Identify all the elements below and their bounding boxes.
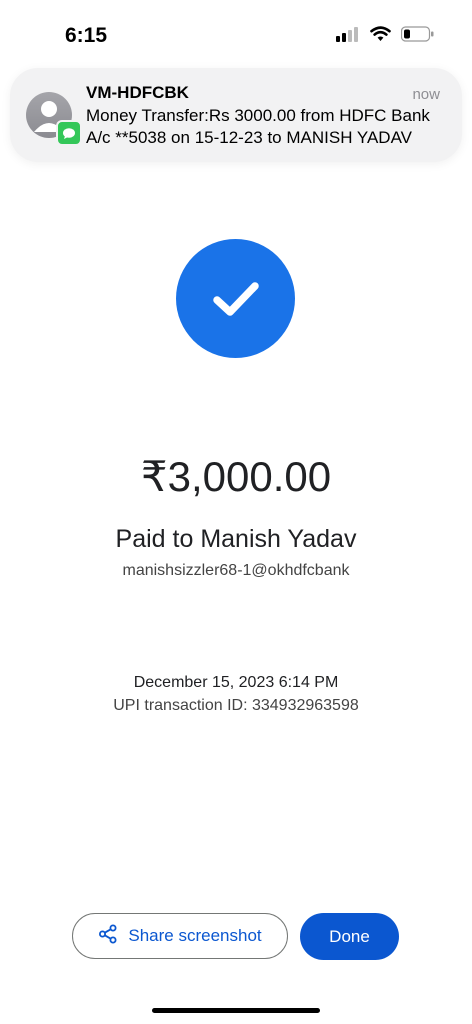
share-screenshot-button[interactable]: Share screenshot bbox=[72, 913, 288, 959]
messages-app-icon bbox=[56, 120, 82, 146]
payment-amount: ₹3,000.00 bbox=[140, 453, 332, 500]
status-bar: 6:15 bbox=[0, 0, 472, 70]
payee-name: Paid to Manish Yadav bbox=[115, 525, 357, 553]
cellular-signal-icon bbox=[336, 26, 360, 47]
share-icon bbox=[98, 924, 118, 949]
wifi-icon bbox=[370, 26, 391, 47]
notification-time: now bbox=[412, 86, 440, 103]
home-indicator[interactable] bbox=[152, 1008, 320, 1013]
done-button[interactable]: Done bbox=[300, 913, 399, 960]
battery-icon bbox=[400, 26, 434, 47]
notification-body: Money Transfer:Rs 3000.00 from HDFC Bank… bbox=[86, 106, 430, 147]
transaction-date: December 15, 2023 6:14 PM bbox=[133, 674, 339, 691]
success-check-icon bbox=[176, 239, 295, 358]
share-screenshot-label: Share screenshot bbox=[128, 926, 262, 945]
status-time: 6:15 bbox=[65, 24, 108, 47]
notification-sender: VM-HDFCBK bbox=[86, 83, 189, 102]
payee-upi-id: manishsizzler68-1@okhdfcbank bbox=[122, 562, 350, 579]
sms-notification[interactable]: VM-HDFCBK now Money Transfer:Rs 3000.00 … bbox=[10, 68, 462, 162]
status-icons bbox=[336, 26, 434, 47]
transaction-id: UPI transaction ID: 334932963598 bbox=[113, 697, 359, 714]
